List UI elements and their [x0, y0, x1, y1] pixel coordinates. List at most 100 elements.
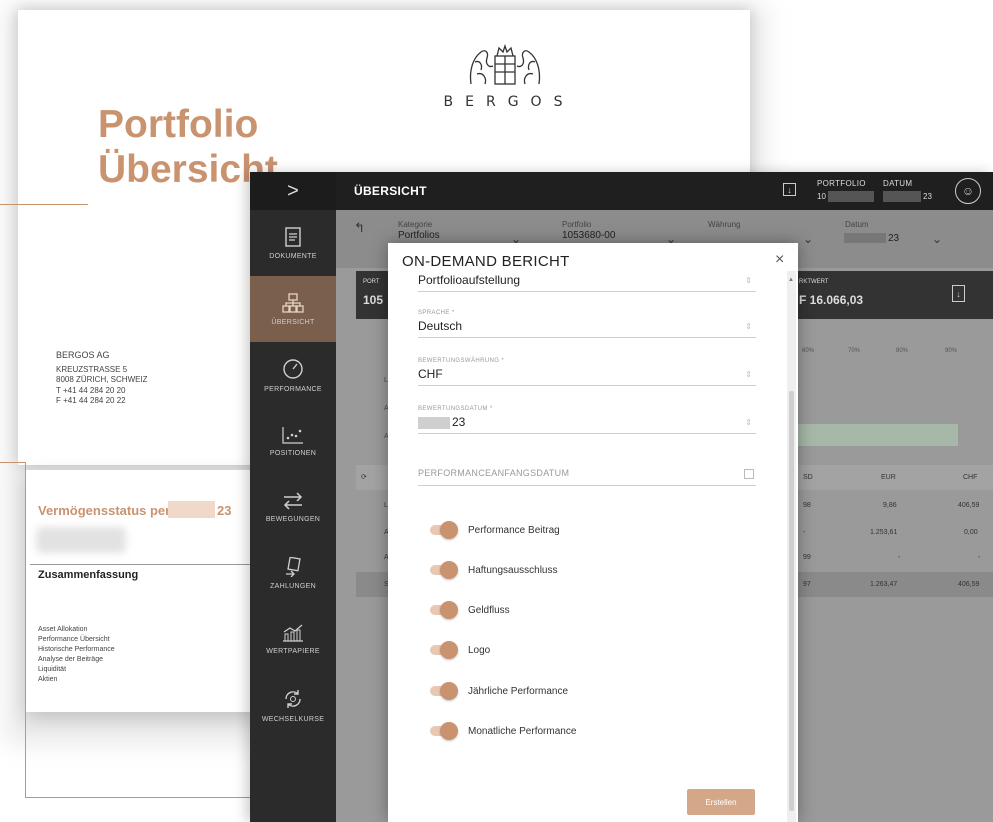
- client-name-blurred: [36, 527, 126, 553]
- toggle-switch[interactable]: [428, 681, 458, 701]
- category-value: Portfolios: [398, 230, 440, 241]
- toggle-label: Geldfluss: [468, 604, 510, 616]
- toggle-switch[interactable]: [428, 640, 458, 660]
- toggle-haftungsausschluss[interactable]: Haftungsausschluss: [428, 560, 558, 580]
- guide-line-top: [0, 462, 26, 463]
- table-cell: 98: [803, 502, 811, 509]
- column-header: CHF: [963, 474, 978, 481]
- toggle-geldfluss[interactable]: Geldfluss: [428, 600, 510, 620]
- date-filter-label: Datum: [845, 220, 869, 229]
- layout-select[interactable]: Portfolioaufstellung ⇕: [418, 273, 756, 292]
- firm-name: BERGOS AG: [56, 350, 110, 360]
- category-select[interactable]: Kategorie Portfolios: [398, 220, 440, 241]
- toggle-jaehrliche-performance[interactable]: Jährliche Performance: [428, 681, 568, 701]
- toggle-switch[interactable]: [428, 520, 458, 540]
- summary-item: Analyse der Beiträge: [38, 656, 103, 663]
- chart-icon: [283, 624, 303, 642]
- valuation-date-value: 23: [452, 415, 466, 429]
- summary-divider: [30, 564, 261, 565]
- address-street: KREUZSTRASSE 5: [56, 364, 128, 374]
- portfolio-select[interactable]: Portfolio 1053680-00: [562, 220, 615, 241]
- sidebar-item-wertpapiere[interactable]: WERTPAPIERE: [250, 606, 336, 672]
- summary-item: Liquidität: [38, 666, 67, 673]
- layout-value: Portfolioaufstellung: [418, 273, 521, 287]
- scatter-icon: [282, 426, 303, 444]
- status-date-redacted: [168, 501, 215, 518]
- chart-tick: 60%: [802, 348, 815, 354]
- crest-icon: [469, 44, 541, 85]
- toggle-switch[interactable]: [428, 721, 458, 741]
- category-label: Kategorie: [398, 220, 433, 229]
- table-cell: 1.253,61: [870, 529, 898, 536]
- date-value: 23: [923, 192, 932, 201]
- toggle-switch[interactable]: [428, 600, 458, 620]
- allocation-bar: [798, 424, 958, 446]
- screenshot-stage: Portfolio Übersicht BERGOS BERGOS AG KRE…: [0, 0, 993, 822]
- top-bar: ÜBERSICHT ↓ PORTFOLIO 10 DATUM 23 ☺: [336, 172, 993, 210]
- sidebar-item-performance[interactable]: PERFORMANCE: [250, 342, 336, 408]
- sidebar-item-label: PERFORMANCE: [264, 385, 322, 393]
- currency-select[interactable]: Währung: [708, 220, 740, 229]
- valuation-date-field[interactable]: BEWERTUNGSDATUM * 23 ⇕: [418, 406, 756, 434]
- card-download-icon[interactable]: ↓: [952, 285, 965, 302]
- date-filter-redacted: [844, 233, 886, 243]
- table-cell: -: [803, 529, 806, 536]
- create-report-button[interactable]: Erstellen: [687, 789, 755, 815]
- date-label: DATUM: [883, 179, 913, 188]
- date-redacted: [883, 191, 921, 202]
- table-cell: -: [898, 554, 901, 561]
- currency-label: BEWERTUNGSWÄHRUNG *: [418, 358, 505, 364]
- scrollbar-thumb[interactable]: [789, 391, 794, 811]
- toggle-monatliche-performance[interactable]: Monatliche Performance: [428, 721, 576, 741]
- performance-start-date-input[interactable]: PERFORMANCEANFANGSDATUM: [418, 463, 756, 486]
- sitemap-icon: [282, 292, 304, 313]
- toggle-switch[interactable]: [428, 560, 458, 580]
- sidebar-item-label: WECHSELKURSE: [261, 715, 325, 723]
- card-right-value: F 16.066,03: [799, 293, 864, 307]
- gauge-icon: [283, 358, 303, 379]
- currency-value: CHF: [418, 367, 443, 381]
- on-demand-report-modal: ON-DEMAND BERICHT × ▲ Portfolioaufstellu…: [388, 243, 798, 822]
- chevron-down-icon[interactable]: ⌄: [932, 232, 942, 246]
- back-arrow-icon[interactable]: ↰: [354, 220, 365, 236]
- currency-field[interactable]: BEWERTUNGSWÄHRUNG * CHF ⇕: [418, 358, 756, 386]
- sidebar-item-uebersicht[interactable]: ÜBERSICHT: [250, 276, 336, 342]
- table-cell: 0,00: [964, 529, 978, 536]
- table-cell: -: [978, 554, 981, 561]
- portfolio-label: PORTFOLIO: [817, 179, 866, 188]
- chevron-down-icon[interactable]: ⌄: [803, 232, 813, 246]
- bergos-logo: BERGOS: [430, 44, 580, 110]
- toggle-performance-beitrag[interactable]: Performance Beitrag: [428, 520, 560, 540]
- sidebar-item-bewegungen[interactable]: BEWEGUNGEN: [250, 474, 336, 540]
- document-title-line1: Portfolio: [98, 103, 259, 146]
- summary-item: Performance Übersicht: [38, 636, 110, 643]
- calendar-icon[interactable]: [744, 469, 754, 479]
- chart-tick: 80%: [896, 348, 909, 354]
- close-button[interactable]: ×: [775, 251, 784, 269]
- language-select[interactable]: SPRACHE * Deutsch ⇕: [418, 310, 756, 338]
- date-select[interactable]: Datum: [845, 220, 869, 229]
- modal-scrollbar[interactable]: ▲: [787, 271, 796, 822]
- guide-line-vertical: [25, 462, 26, 798]
- sidebar-item-positionen[interactable]: POSITIONEN: [250, 408, 336, 474]
- performance-start-date-placeholder: PERFORMANCEANFANGSDATUM: [418, 468, 570, 478]
- language-value: Deutsch: [418, 319, 463, 333]
- summary-list: Asset Allokation Performance Übersicht H…: [38, 625, 115, 685]
- download-icon[interactable]: ↓: [783, 183, 796, 196]
- refresh-icon[interactable]: ⟳: [361, 473, 367, 481]
- user-avatar[interactable]: ☺: [955, 178, 981, 204]
- portfolio-filter-value: 1053680-00: [562, 230, 616, 241]
- sidebar-item-label: BEWEGUNGEN: [265, 515, 321, 523]
- table-cell: 406,59: [958, 581, 980, 588]
- page-title: ÜBERSICHT: [354, 184, 427, 198]
- address-city: 8008 ZÜRICH, SCHWEIZ: [56, 375, 148, 384]
- sidebar-item-wechselkurse[interactable]: WECHSELKURSE: [250, 672, 336, 738]
- sidebar-toggle-button[interactable]: >: [250, 172, 336, 210]
- sidebar-item-dokumente[interactable]: DOKUMENTE: [250, 210, 336, 276]
- valuation-date-label: BEWERTUNGSDATUM *: [418, 406, 493, 412]
- toggle-logo[interactable]: Logo: [428, 640, 490, 660]
- transfer-icon: [283, 491, 303, 510]
- scroll-up-icon[interactable]: ▲: [788, 277, 794, 283]
- sidebar-item-zahlungen[interactable]: ZAHLUNGEN: [250, 540, 336, 606]
- date-filter-value: 23: [888, 233, 900, 244]
